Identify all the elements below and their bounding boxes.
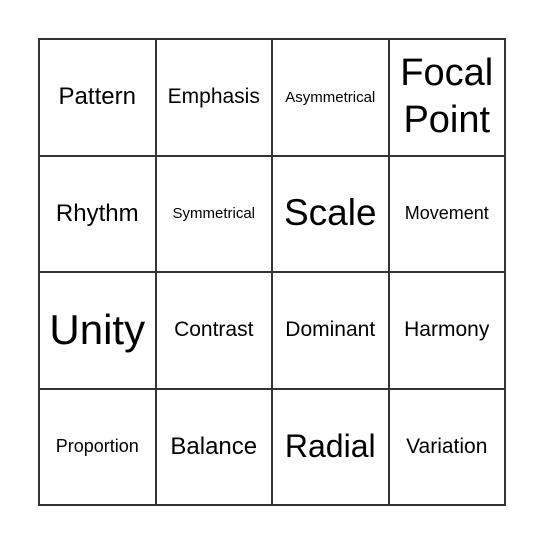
- bingo-cell[interactable]: Scale: [272, 155, 389, 272]
- bingo-cell[interactable]: Movement: [388, 155, 505, 272]
- bingo-cell[interactable]: Emphasis: [155, 39, 272, 156]
- bingo-board: Pattern Emphasis Asymmetrical Focal Poin…: [38, 38, 506, 506]
- bingo-cell[interactable]: Pattern: [39, 39, 156, 156]
- bingo-cell[interactable]: Contrast: [155, 272, 272, 389]
- bingo-cell[interactable]: Focal Point: [388, 39, 505, 156]
- bingo-cell[interactable]: Dominant: [272, 272, 389, 389]
- bingo-cell[interactable]: Harmony: [388, 272, 505, 389]
- bingo-cell[interactable]: Asymmetrical: [272, 39, 389, 156]
- bingo-cell[interactable]: Radial: [272, 388, 389, 505]
- bingo-cell[interactable]: Proportion: [39, 388, 156, 505]
- bingo-cell[interactable]: Variation: [388, 388, 505, 505]
- bingo-cell[interactable]: Unity: [39, 272, 156, 389]
- bingo-cell[interactable]: Rhythm: [39, 155, 156, 272]
- bingo-cell[interactable]: Balance: [155, 388, 272, 505]
- bingo-cell[interactable]: Symmetrical: [155, 155, 272, 272]
